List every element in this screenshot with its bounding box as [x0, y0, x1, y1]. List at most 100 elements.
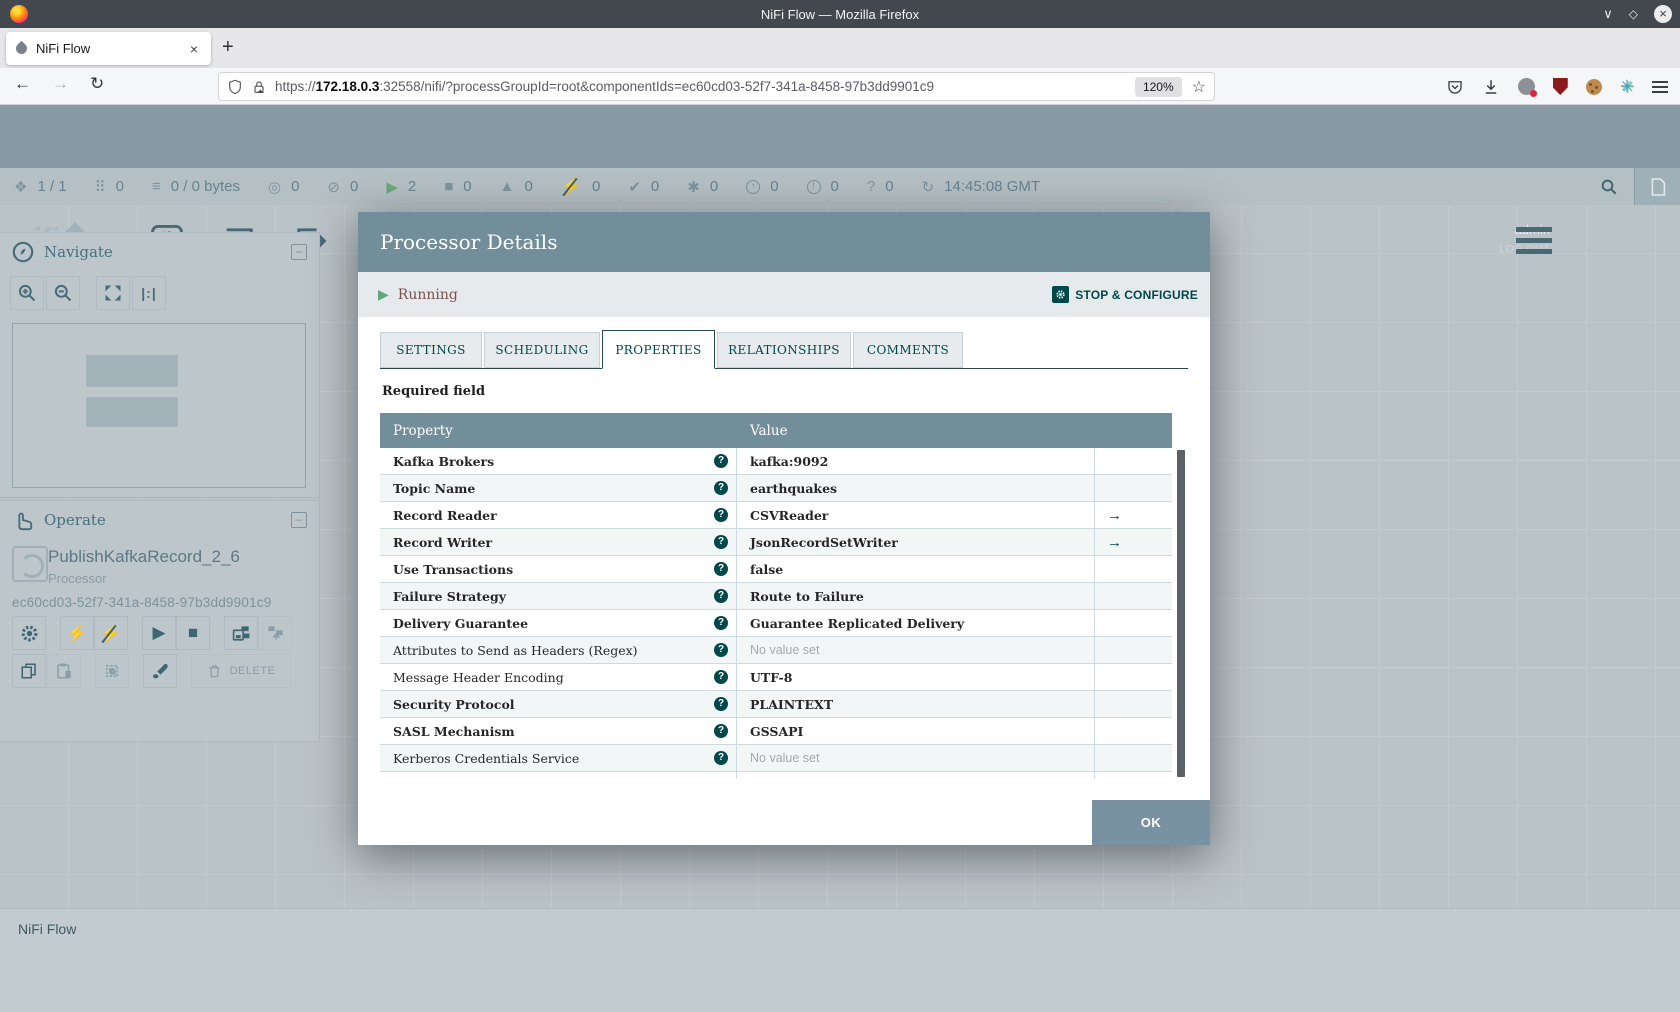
help-icon[interactable]: ?: [714, 562, 728, 576]
tab-properties[interactable]: PROPERTIES: [602, 330, 715, 369]
sidebar-toggle-button[interactable]: [1634, 168, 1680, 205]
property-value[interactable]: No value set: [737, 637, 1095, 663]
tab-close-icon[interactable]: ×: [187, 41, 201, 57]
property-value[interactable]: kafka:9092: [737, 448, 1095, 474]
goto-arrow[interactable]: →: [1095, 502, 1172, 528]
ublock-shield-icon[interactable]: [1552, 78, 1568, 95]
tab-scheduling[interactable]: SCHEDULING: [484, 332, 600, 368]
zoom-fit-button[interactable]: [96, 276, 130, 310]
table-row[interactable]: Kerberos Credentials Service ? No value …: [380, 745, 1172, 772]
help-icon[interactable]: ?: [714, 616, 728, 630]
downloads-icon[interactable]: [1482, 78, 1500, 96]
stop-and-configure-button[interactable]: STOP & CONFIGURE: [1052, 286, 1198, 303]
property-value[interactable]: PLAINTEXT: [737, 691, 1095, 717]
property-value[interactable]: GSSAPI: [737, 718, 1095, 744]
property-value[interactable]: Guarantee Replicated Delivery: [737, 610, 1095, 636]
tracking-shield-icon[interactable]: [227, 79, 243, 95]
window-maximize-button[interactable]: ◇: [1629, 7, 1638, 21]
run-status-label: Running: [397, 286, 458, 303]
asterisk-icon: ✱: [687, 178, 700, 196]
url-bar[interactable]: https://172.18.0.3:32558/nifi/?processGr…: [218, 72, 1215, 101]
property-value[interactable]: JsonRecordSetWriter: [737, 529, 1095, 555]
stop-button[interactable]: ■: [176, 616, 210, 650]
disable-button[interactable]: ⚡: [94, 616, 128, 650]
table-row[interactable]: Topic Name ? earthquakes: [380, 475, 1172, 502]
start-button[interactable]: ▶: [142, 616, 176, 650]
property-value[interactable]: No value set: [737, 745, 1095, 771]
help-icon[interactable]: ?: [714, 508, 728, 522]
help-icon[interactable]: ?: [714, 589, 728, 603]
configure-button[interactable]: [12, 616, 46, 650]
pocket-icon[interactable]: [1446, 78, 1464, 96]
color-button[interactable]: [143, 654, 177, 688]
connection-lock-icon[interactable]: [251, 79, 267, 95]
table-row[interactable]: Delivery Guarantee ? Guarantee Replicate…: [380, 610, 1172, 637]
page-zoom-badge[interactable]: 120%: [1134, 76, 1182, 97]
extension-icon[interactable]: [1517, 78, 1537, 97]
birdseye-minimap[interactable]: [12, 323, 306, 488]
tab-relationships[interactable]: RELATIONSHIPS: [717, 332, 851, 368]
table-row[interactable]: Kafka Brokers ? kafka:9092: [380, 448, 1172, 475]
table-scrollbar[interactable]: [1177, 450, 1185, 777]
help-icon[interactable]: ?: [714, 751, 728, 765]
window-minimize-button[interactable]: ∨: [1603, 6, 1613, 22]
property-value[interactable]: CSVReader: [737, 502, 1095, 528]
zoom-in-button[interactable]: [10, 276, 44, 310]
help-icon[interactable]: ?: [714, 535, 728, 549]
status-refresh[interactable]: ↻ 14:45:08 GMT: [922, 178, 1040, 196]
table-row[interactable]: SASL Mechanism ? GSSAPI: [380, 718, 1172, 745]
copy-button[interactable]: [12, 654, 46, 688]
zoom-actual-size-button[interactable]: |:|: [132, 276, 166, 310]
back-button[interactable]: ←: [14, 74, 31, 94]
search-icon[interactable]: [1600, 178, 1618, 196]
url-text[interactable]: https://172.18.0.3:32558/nifi/?processGr…: [275, 79, 1135, 94]
operate-collapse-button[interactable]: –: [291, 512, 307, 528]
ok-button[interactable]: OK: [1092, 800, 1210, 845]
enable-button[interactable]: ⚡: [60, 616, 94, 650]
table-row[interactable]: Message Header Encoding ? UTF-8: [380, 664, 1172, 691]
help-icon[interactable]: ?: [714, 724, 728, 738]
help-icon[interactable]: ?: [714, 697, 728, 711]
browser-menu-icon[interactable]: [1652, 80, 1668, 93]
help-icon[interactable]: ?: [714, 454, 728, 468]
property-value[interactable]: Route to Failure: [737, 583, 1095, 609]
save-flow-version-button[interactable]: [224, 616, 258, 650]
property-name: Delivery Guarantee: [393, 615, 529, 631]
property-value[interactable]: UTF-8: [737, 664, 1095, 690]
forward-button[interactable]: →: [52, 74, 69, 94]
extension-star-icon[interactable]: ✳: [1620, 77, 1634, 97]
refresh-icon[interactable]: ↻: [922, 178, 935, 196]
zoom-out-button[interactable]: [46, 276, 80, 310]
delete-button[interactable]: DELETE: [191, 654, 291, 688]
tab-comments[interactable]: COMMENTS: [853, 332, 963, 368]
paste-button[interactable]: [47, 654, 81, 688]
global-menu-icon[interactable]: [1516, 227, 1552, 254]
browser-tab[interactable]: NiFi Flow ×: [6, 32, 211, 65]
reload-button[interactable]: ↻: [90, 74, 104, 94]
table-row[interactable]: Record Reader ? CSVReader →: [380, 502, 1172, 529]
cookie-icon[interactable]: [1585, 78, 1602, 95]
group-button[interactable]: [95, 654, 129, 688]
table-row[interactable]: Record Writer ? JsonRecordSetWriter →: [380, 529, 1172, 556]
help-icon[interactable]: ?: [714, 643, 728, 657]
table-row[interactable]: Security Protocol ? PLAINTEXT: [380, 691, 1172, 718]
minimap-processor: [86, 355, 178, 387]
help-icon[interactable]: ?: [714, 481, 728, 495]
property-value[interactable]: false: [737, 556, 1095, 582]
new-tab-button[interactable]: +: [222, 36, 234, 59]
revert-flow-version-button[interactable]: [258, 616, 292, 650]
property-value[interactable]: earthquakes: [737, 475, 1095, 501]
tab-settings[interactable]: SETTINGS: [380, 332, 482, 368]
goto-arrow[interactable]: →: [1095, 529, 1172, 555]
hand-pointer-icon: [18, 512, 33, 531]
window-close-button[interactable]: ×: [1654, 5, 1672, 23]
window-title: NiFi Flow — Mozilla Firefox: [760, 6, 920, 22]
table-row[interactable]: Attributes to Send as Headers (Regex) ? …: [380, 637, 1172, 664]
bookmark-star-icon[interactable]: ☆: [1192, 77, 1206, 97]
table-row[interactable]: Failure Strategy ? Route to Failure: [380, 583, 1172, 610]
navigate-collapse-button[interactable]: –: [291, 244, 307, 260]
processor-details-dialog: Processor Details ▶ Running STOP & CONFI…: [358, 212, 1210, 845]
help-icon[interactable]: ?: [714, 670, 728, 684]
table-row[interactable]: Use Transactions ? false: [380, 556, 1172, 583]
breadcrumb[interactable]: NiFi Flow: [18, 921, 76, 937]
